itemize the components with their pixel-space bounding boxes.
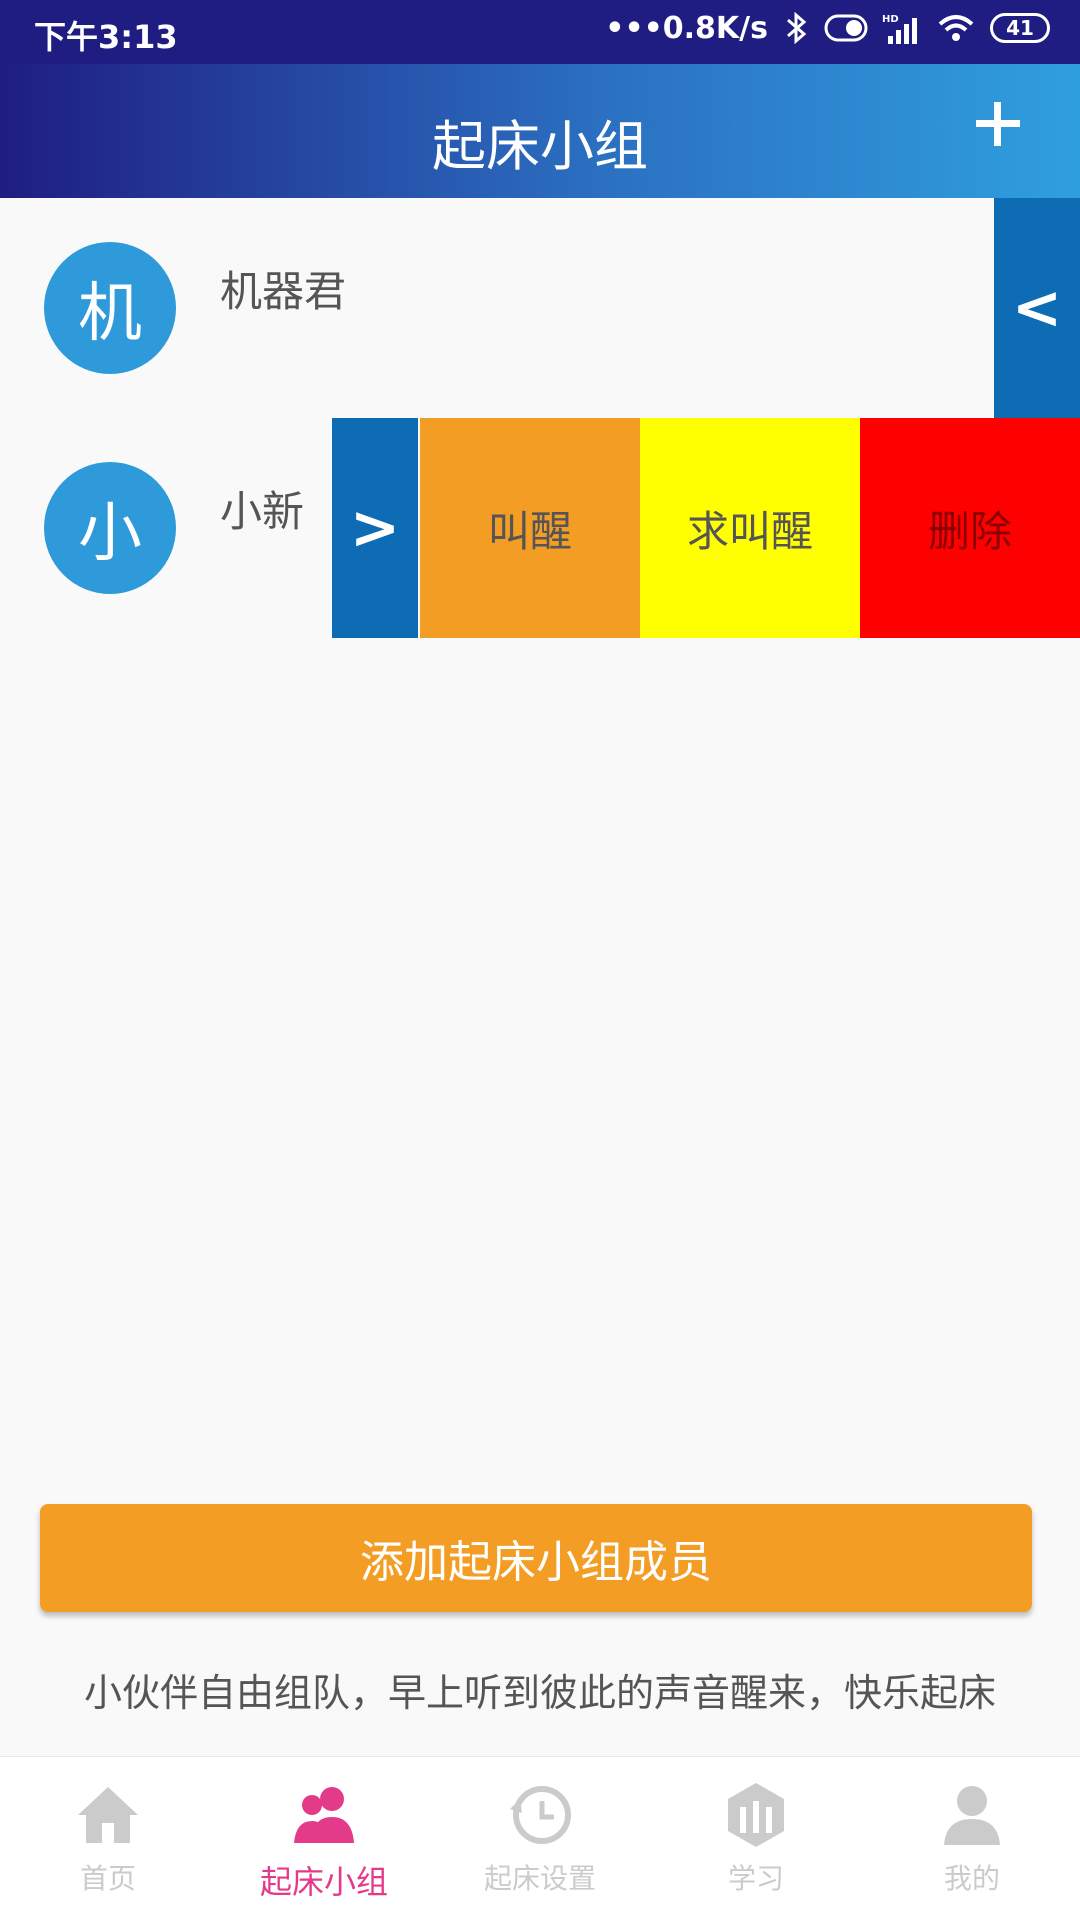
battery-icon: 41	[990, 13, 1050, 43]
clock-icon	[510, 1786, 571, 1844]
tab-label: 首页	[79, 1862, 136, 1895]
group-description: 小伙伴自由组队，早上听到彼此的声音醒来，快乐起床	[83, 1671, 996, 1715]
delete-button[interactable]: 删除	[860, 418, 1080, 638]
tab-label: 我的	[943, 1862, 1000, 1895]
battery-level: 41	[1006, 16, 1034, 40]
page-title: 起床小组	[432, 115, 648, 178]
tab-label: 起床设置	[483, 1862, 596, 1895]
member-list: 机 机器君 < 小 小新 > 叫醒 求叫醒 删除	[0, 198, 1080, 638]
network-speed: •••0.8K/s	[605, 10, 768, 46]
wifi-icon	[938, 15, 974, 41]
bluetooth-icon	[787, 11, 807, 45]
expand-actions-button[interactable]: <	[994, 198, 1080, 418]
status-time: 下午3:13	[34, 18, 178, 56]
toggle-status-icon	[824, 14, 868, 42]
tab-wake-settings[interactable]: 起床设置	[432, 1757, 648, 1921]
member-name: 小新	[220, 487, 305, 536]
tab-profile[interactable]: 我的	[864, 1757, 1080, 1921]
ask-wake-button[interactable]: 求叫醒	[640, 418, 860, 638]
tab-study[interactable]: 学习	[648, 1757, 864, 1921]
home-icon	[78, 1787, 138, 1843]
tab-group[interactable]: 起床小组	[216, 1757, 432, 1921]
svg-text:HD: HD	[882, 14, 899, 25]
user-icon	[944, 1786, 1000, 1845]
study-icon	[728, 1783, 784, 1847]
list-item[interactable]: 机 机器君 <	[0, 198, 1080, 418]
avatar: 机	[44, 242, 176, 374]
avatar: 小	[44, 462, 176, 594]
signal-icon: HD	[882, 14, 917, 44]
wake-button[interactable]: 叫醒	[420, 418, 640, 638]
tab-home[interactable]: 首页	[0, 1757, 216, 1921]
member-name: 机器君	[220, 267, 347, 316]
status-icons: •••0.8K/s HD 41	[605, 10, 1050, 46]
list-item[interactable]: 小 小新 > 叫醒 求叫醒 删除	[0, 418, 1080, 638]
collapse-actions-button[interactable]: >	[332, 418, 418, 638]
add-member-button[interactable]: 添加起床小组成员	[40, 1504, 1032, 1612]
tab-label: 起床小组	[259, 1863, 388, 1901]
add-icon[interactable]	[968, 94, 1028, 154]
status-bar: 下午3:13 •••0.8K/s HD 41	[0, 0, 1080, 64]
tab-label: 学习	[727, 1862, 784, 1895]
bottom-tab-bar: 首页 起床小组 起床设置 学习 我的	[0, 1756, 1080, 1921]
app-header: 起床小组	[0, 64, 1080, 198]
group-icon	[294, 1787, 354, 1843]
